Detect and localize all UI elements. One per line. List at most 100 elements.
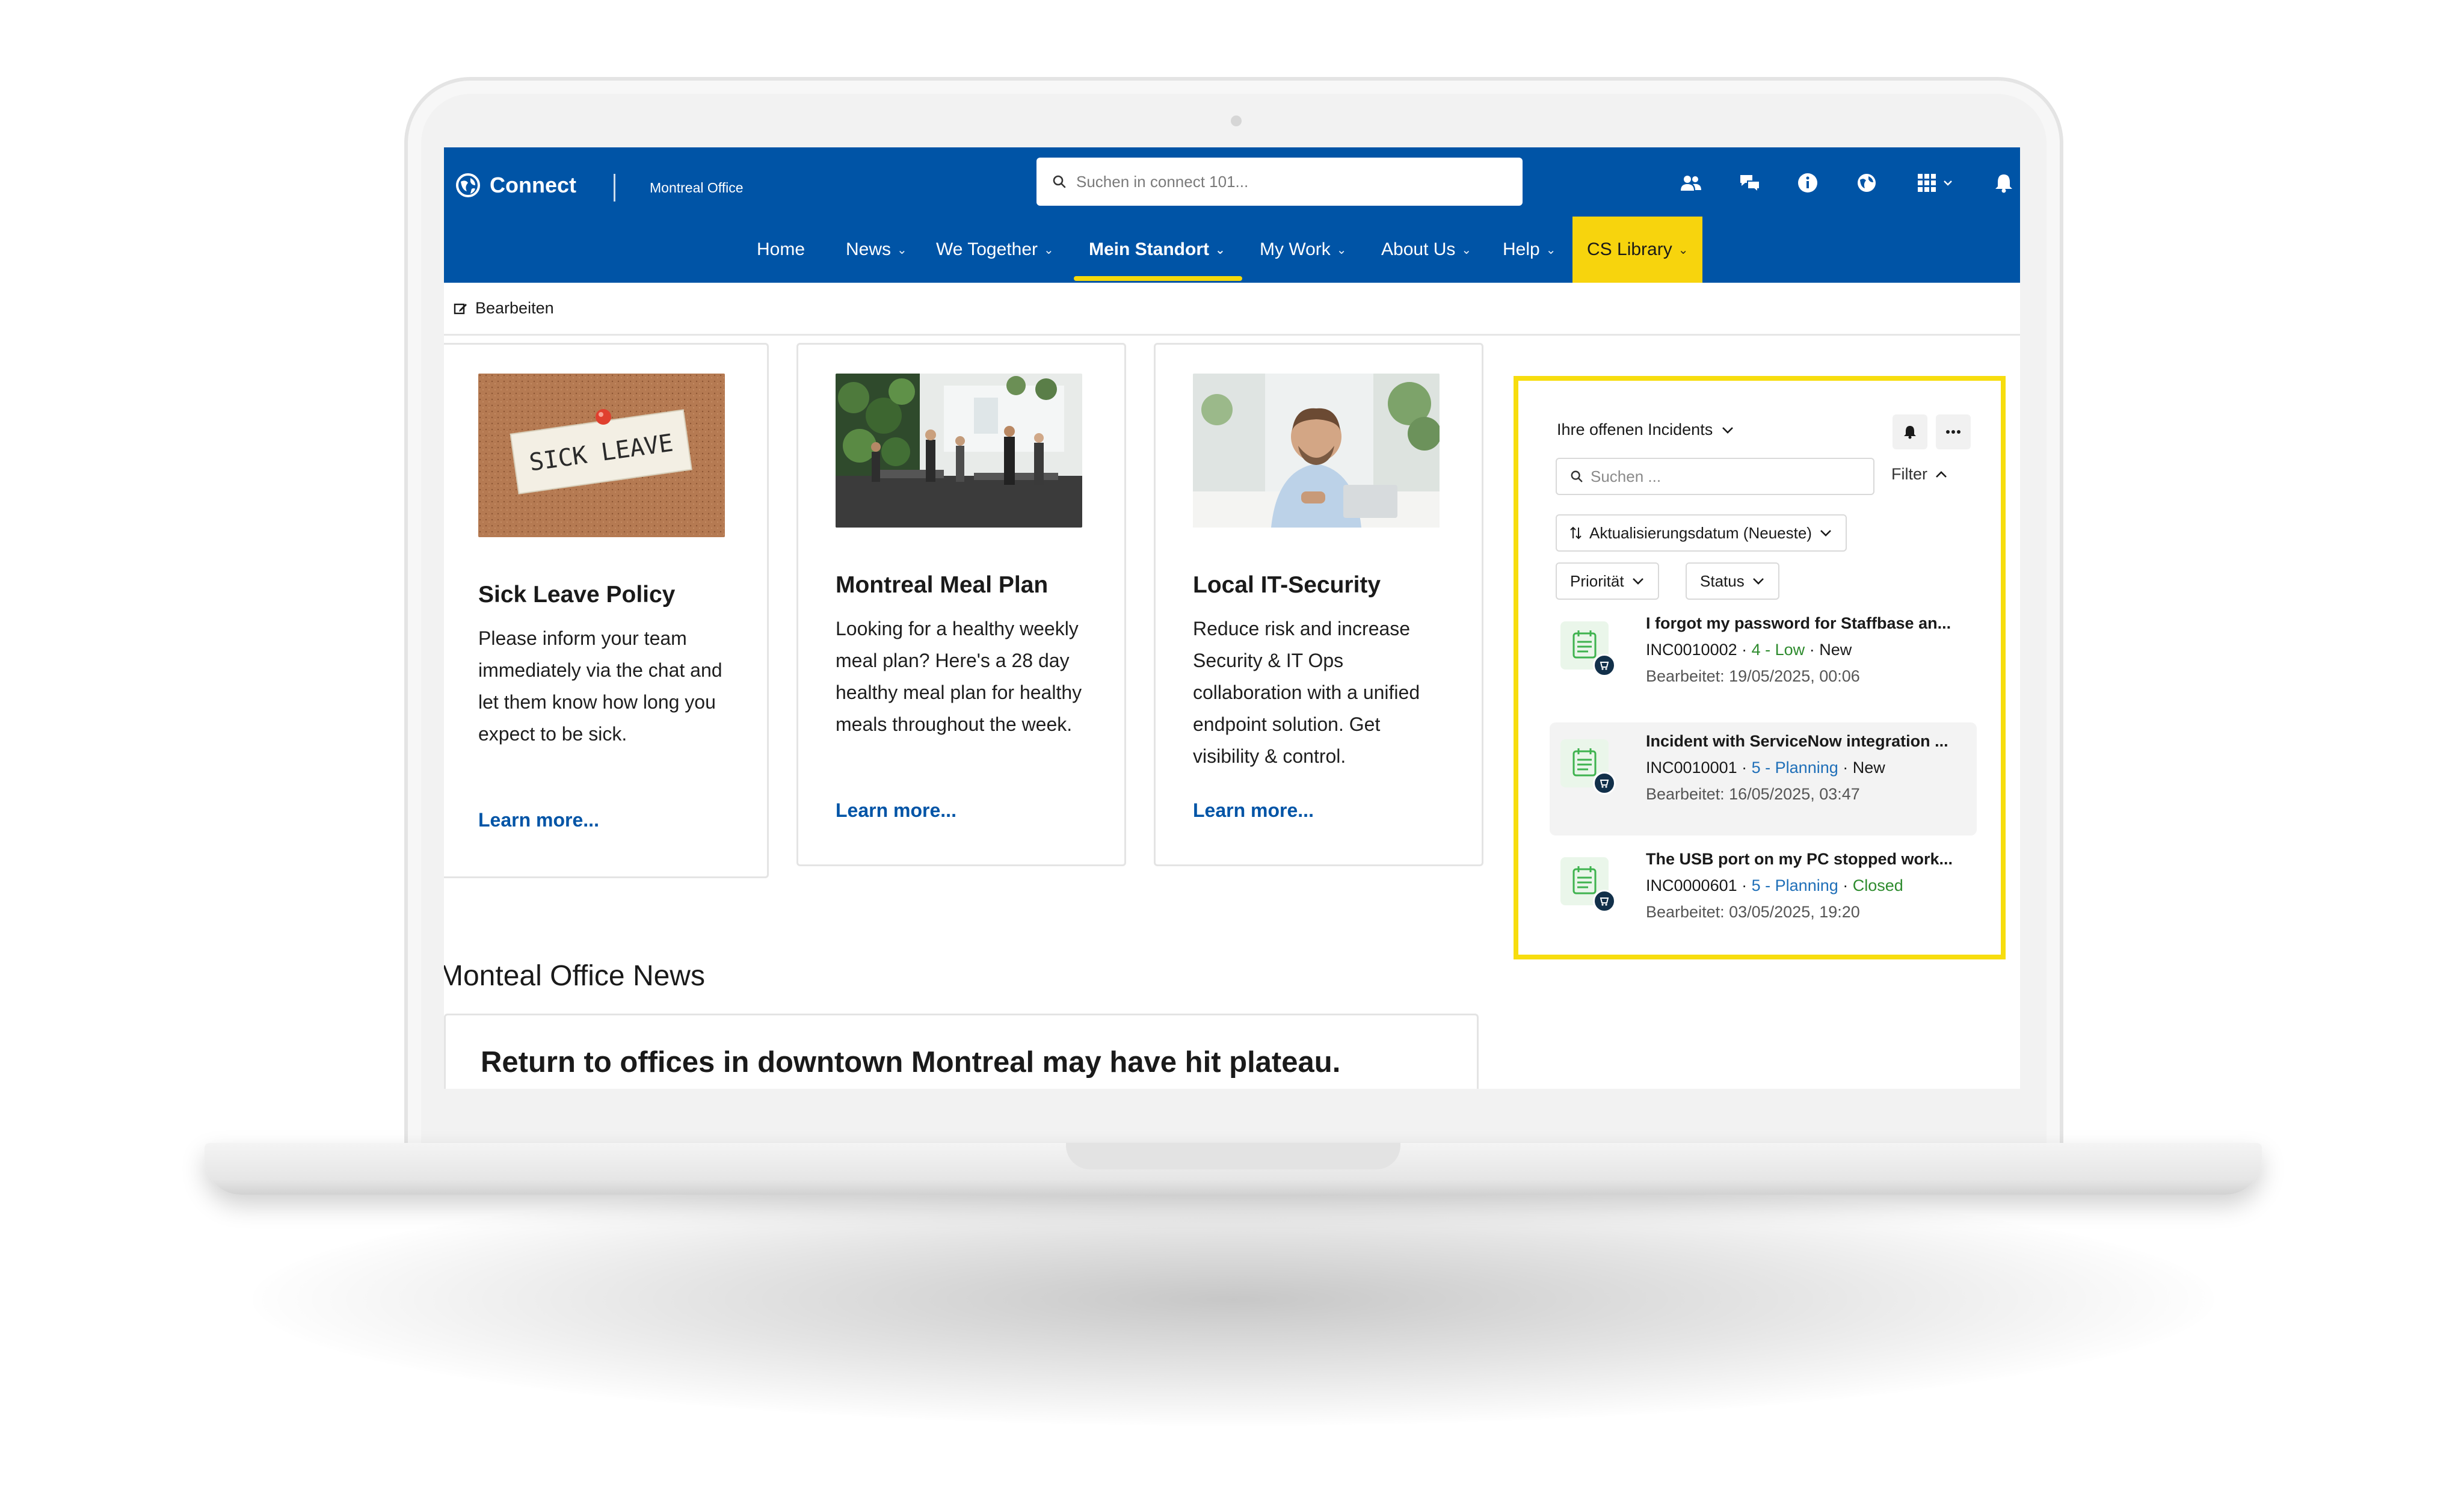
top-header: Connect Montreal Office Suchen in connec… bbox=[444, 147, 2020, 283]
nav-item-home[interactable]: Home bbox=[757, 217, 805, 283]
incident-item[interactable]: I forgot my password for Staffbase an...… bbox=[1550, 605, 1977, 718]
card-title: Sick Leave Policy bbox=[478, 582, 676, 608]
chevron-down-icon bbox=[1722, 426, 1734, 434]
learn-more-link[interactable]: Learn more... bbox=[478, 809, 599, 831]
servicenow-badge-icon bbox=[1593, 654, 1616, 677]
card-body: Reduce risk and increase Security & IT O… bbox=[1193, 618, 1420, 767]
card-image-sick-leave: SICK LEAVE bbox=[478, 374, 725, 537]
header-divider bbox=[614, 174, 615, 202]
incidents-view-selector[interactable]: Ihre offenen Incidents bbox=[1557, 420, 1734, 439]
bell-icon bbox=[1904, 426, 1916, 439]
chevron-down-icon bbox=[1752, 578, 1764, 585]
status-filter-chip[interactable]: Status bbox=[1686, 562, 1779, 600]
notifications-bell-icon[interactable] bbox=[1990, 169, 2018, 197]
servicenow-badge-icon bbox=[1593, 890, 1616, 913]
nav-label: Mein Standort bbox=[1089, 239, 1209, 259]
nav-label: We Together bbox=[936, 239, 1038, 259]
info-icon[interactable] bbox=[1794, 169, 1822, 197]
incident-number: INC0010002 bbox=[1646, 641, 1737, 659]
card-body: Looking for a healthy weekly meal plan? … bbox=[836, 618, 1082, 735]
active-nav-indicator bbox=[1074, 276, 1242, 281]
incident-title: The USB port on my PC stopped work... bbox=[1646, 850, 1953, 868]
chat-icon[interactable] bbox=[1736, 169, 1764, 197]
chip-label: Priorität bbox=[1570, 571, 1624, 590]
chevron-down-icon: ⌄ bbox=[1678, 243, 1689, 257]
site-name[interactable]: Montreal Office bbox=[650, 180, 744, 196]
more-horizontal-icon bbox=[1946, 430, 1960, 434]
incidents-search-placeholder: Suchen ... bbox=[1591, 467, 1662, 485]
edit-bar: Bearbeiten bbox=[444, 283, 2020, 336]
nav-item-we-together[interactable]: We Together ⌄ bbox=[936, 217, 1054, 283]
incident-number: INC0000601 bbox=[1646, 876, 1737, 894]
nav-label: About Us bbox=[1381, 239, 1456, 259]
chevron-down-icon bbox=[1632, 578, 1643, 585]
search-icon bbox=[1053, 175, 1066, 188]
nav-item-mein-standort[interactable]: Mein Standort ⌄ bbox=[1089, 217, 1225, 283]
filter-label: Filter bbox=[1891, 465, 1927, 483]
incidents-heading: Ihre offenen Incidents bbox=[1557, 420, 1713, 439]
subscribe-bell-button[interactable] bbox=[1893, 414, 1927, 449]
incident-item[interactable]: Incident with ServiceNow integration ...… bbox=[1550, 722, 1977, 836]
global-search[interactable] bbox=[1036, 158, 1523, 206]
chevron-down-icon: ⌄ bbox=[897, 243, 907, 257]
incident-title: Incident with ServiceNow integration ... bbox=[1646, 732, 1948, 750]
incident-edited: Bearbeitet: 19/05/2025, 00:06 bbox=[1646, 667, 1860, 685]
chevron-down-icon: ⌄ bbox=[1461, 243, 1472, 257]
nav-item-about-us[interactable]: About Us ⌄ bbox=[1381, 217, 1471, 283]
globe-logo-icon bbox=[456, 173, 480, 197]
incident-meta: INC0010002 · 4 - Low · New bbox=[1646, 641, 1852, 659]
nav-item-my-work[interactable]: My Work ⌄ bbox=[1260, 217, 1347, 283]
nav-item-cs-library[interactable]: CS Library ⌄ bbox=[1572, 217, 1703, 283]
learn-more-link[interactable]: Learn more... bbox=[1193, 799, 1314, 822]
nav-item-news[interactable]: News ⌄ bbox=[846, 217, 907, 283]
chip-label: Status bbox=[1700, 571, 1745, 590]
nav-label: Help bbox=[1503, 239, 1540, 259]
people-icon[interactable] bbox=[1677, 169, 1705, 197]
sort-dropdown[interactable]: Aktualisierungsdatum (Neueste) bbox=[1556, 514, 1847, 552]
chevron-down-icon: ⌄ bbox=[1044, 243, 1054, 257]
language-globe-icon[interactable] bbox=[1853, 169, 1880, 197]
edit-button[interactable]: Bearbeiten bbox=[475, 299, 554, 318]
chevron-down-icon bbox=[1820, 530, 1831, 537]
laptop-camera bbox=[1231, 115, 1242, 126]
incidents-search-input[interactable]: Suchen ... bbox=[1556, 458, 1874, 495]
meta-separator: · bbox=[1742, 876, 1752, 894]
more-options-button[interactable] bbox=[1936, 414, 1971, 449]
incident-meta: INC0000601 · 5 - Planning · Closed bbox=[1646, 876, 1903, 895]
meta-separator: · bbox=[1742, 641, 1752, 659]
main-nav: Home News ⌄ We Together ⌄ Mein Standort … bbox=[444, 217, 2020, 283]
card-image-meal-plan bbox=[836, 374, 1082, 528]
learn-more-link[interactable]: Learn more... bbox=[836, 799, 956, 822]
card-meal-plan[interactable]: Montreal Meal Plan Looking for a healthy… bbox=[796, 343, 1126, 866]
news-headline[interactable]: Return to offices in downtown Montreal m… bbox=[481, 1045, 1340, 1079]
meta-separator: · bbox=[1742, 759, 1752, 777]
edit-icon[interactable] bbox=[454, 301, 468, 316]
incident-status: New bbox=[1819, 641, 1852, 659]
nav-label: News bbox=[846, 239, 892, 259]
nav-item-help[interactable]: Help ⌄ bbox=[1503, 217, 1556, 283]
incident-status: Closed bbox=[1852, 876, 1903, 894]
meta-separator: · bbox=[1843, 876, 1853, 894]
nav-label: My Work bbox=[1260, 239, 1331, 259]
incident-priority: 5 - Planning bbox=[1751, 759, 1838, 777]
chevron-down-icon bbox=[1944, 180, 1952, 186]
app-logo[interactable]: Connect bbox=[456, 173, 576, 198]
search-icon bbox=[1571, 470, 1583, 482]
filter-toggle[interactable]: Filter bbox=[1891, 465, 1948, 484]
apps-grid-icon[interactable] bbox=[1911, 169, 1959, 197]
news-article-card[interactable]: Return to offices in downtown Montreal m… bbox=[444, 1014, 1479, 1089]
meta-separator: · bbox=[1843, 759, 1853, 777]
news-section-title: Monteal Office News bbox=[444, 960, 705, 992]
card-it-security[interactable]: Local IT-Security Reduce risk and increa… bbox=[1154, 343, 1483, 866]
global-search-input[interactable] bbox=[1076, 172, 1497, 191]
card-title: Montreal Meal Plan bbox=[836, 572, 1049, 598]
priority-filter-chip[interactable]: Priorität bbox=[1556, 562, 1659, 600]
incident-priority: 5 - Planning bbox=[1751, 876, 1838, 894]
sort-label: Aktualisierungsdatum (Neueste) bbox=[1589, 523, 1812, 542]
incident-number: INC0010001 bbox=[1646, 759, 1737, 777]
card-sick-leave[interactable]: SICK LEAVE Sick Leave Policy Please info… bbox=[444, 343, 769, 878]
servicenow-badge-icon bbox=[1593, 772, 1616, 795]
incident-status: New bbox=[1852, 759, 1885, 777]
incident-item[interactable]: The USB port on my PC stopped work... IN… bbox=[1550, 840, 1977, 953]
incident-edited: Bearbeitet: 03/05/2025, 19:20 bbox=[1646, 903, 1860, 921]
